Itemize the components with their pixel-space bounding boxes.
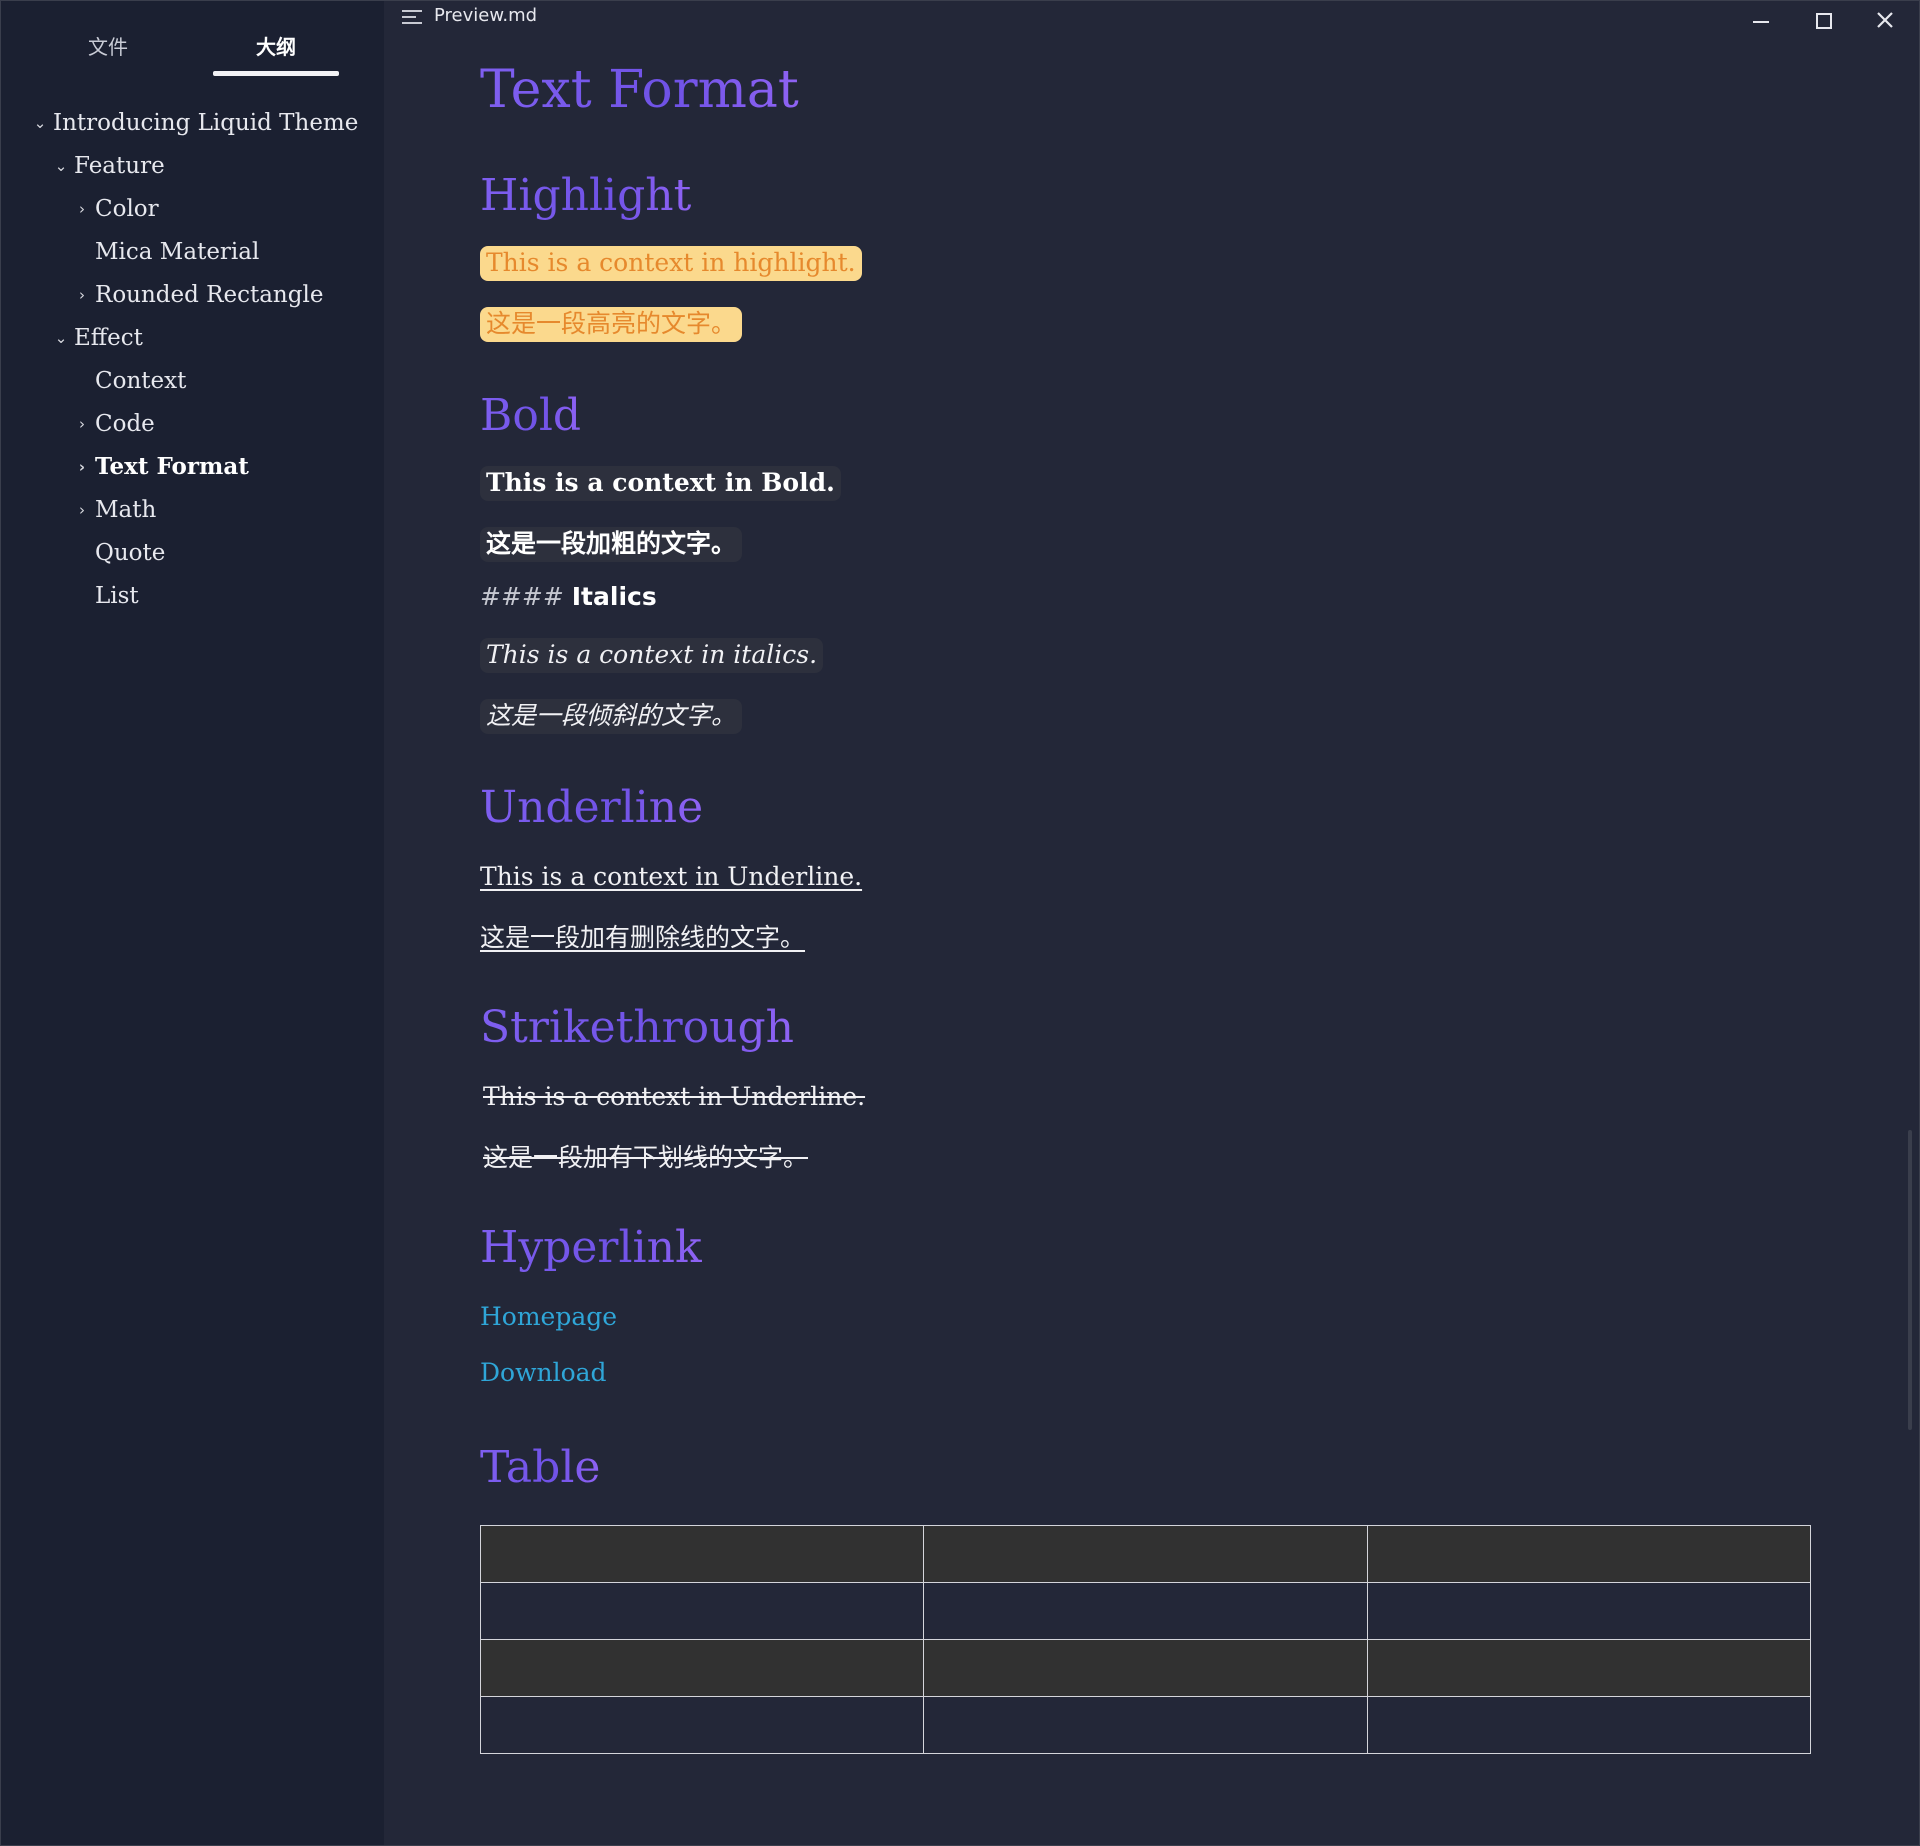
paragraph-bold-zh: 这是一段加粗的文字。 [480,524,743,562]
outline-item-label: Rounded Rectangle [95,282,324,308]
bold-text: This is a context in Bold. [480,466,841,501]
heading-strikethrough: Strikethrough [480,1002,795,1053]
link-download[interactable]: Download [480,1358,607,1387]
table-row [479,1525,1812,1583]
outline-item-label: Mica Material [95,239,260,265]
outline-item-mica-material[interactable]: Mica Material [95,232,259,272]
table-row [479,1696,1812,1754]
paragraph-highlight-zh: 这是一段高亮的文字。 [480,304,743,342]
table-cell[interactable] [923,1696,1368,1754]
heading-underline: Underline [480,782,704,833]
outline-item-context[interactable]: Context [95,361,186,401]
highlight-text: 这是一段高亮的文字。 [480,307,743,342]
tab-files[interactable]: 文件 [45,31,171,77]
minimize-button[interactable] [1730,1,1790,39]
markdown-table [479,1525,1812,1754]
title-bar: Preview.md [384,1,1919,35]
link-homepage[interactable]: Homepage [480,1302,617,1331]
highlight-text: This is a context in highlight. [480,246,862,281]
chevron-right-icon[interactable]: › [73,404,91,444]
outline-item-code[interactable]: › Code [73,404,155,444]
vertical-scrollbar[interactable] [1908,1130,1912,1430]
paragraph-underline-en: This is a context in Underline. [480,862,863,891]
chevron-down-icon[interactable]: ⌄ [52,146,70,186]
italic-text: This is a context in italics. [480,638,824,673]
sidebar: 文件 大纲 ⌄ Introducing Liquid Theme ⌄ Feature… [1,1,384,1845]
paragraph-underline-zh: 这是一段加有删除线的文字。 [480,923,806,952]
heading-table: Table [480,1442,601,1493]
heading-highlight: Highlight [480,170,692,221]
close-button[interactable] [1854,1,1914,39]
paragraph-italics-en: This is a context in italics. [480,638,824,673]
table-cell[interactable] [1366,1696,1812,1754]
chevron-down-icon[interactable]: ⌄ [52,318,70,358]
outline-item-rounded-rectangle[interactable]: › Rounded Rectangle [73,275,323,315]
table-cell[interactable] [923,1525,1368,1583]
table-cell[interactable] [479,1696,925,1754]
chevron-right-icon[interactable]: › [73,189,91,229]
bold-text: 这是一段加粗的文字。 [480,527,743,562]
heading-marker: #### [480,582,564,611]
window-title: Preview.md [434,5,538,26]
outline-item-feature[interactable]: ⌄ Feature [52,146,165,186]
active-tab-indicator [213,71,339,76]
table-cell[interactable] [1366,1525,1812,1583]
table-cell[interactable] [1366,1582,1812,1640]
document-title: Text Format [480,60,799,120]
outline-item-label: Quote [95,540,166,566]
outline-item-label: Context [95,368,187,394]
outline-item-label: Introducing Liquid Theme [53,110,359,136]
table-cell[interactable] [1366,1639,1812,1697]
table-cell[interactable] [923,1639,1368,1697]
outline-item-label: Feature [74,153,165,179]
outline-item-effect[interactable]: ⌄ Effect [52,318,143,358]
outline-item-quote[interactable]: Quote [95,533,165,573]
chevron-down-icon[interactable]: ⌄ [31,103,49,143]
table-cell[interactable] [479,1639,925,1697]
chevron-right-icon[interactable]: › [73,447,91,487]
outline-item-label: Text Format [95,453,249,480]
chevron-right-icon[interactable]: › [73,275,91,315]
table-row [479,1582,1812,1640]
outline-item-label: Effect [74,325,143,351]
heading-italics: Italics [571,582,657,611]
chevron-right-icon[interactable]: › [73,490,91,530]
outline-item-text-format[interactable]: › Text Format [73,447,249,487]
table-cell[interactable] [923,1582,1368,1640]
paragraph-italics-zh: 这是一段倾斜的文字。 [480,696,743,734]
outline-item-color[interactable]: › Color [73,189,159,229]
paragraph-strikethrough-zh: 这是一段加有下划线的文字。 [483,1143,809,1172]
sidebar-tabs: 文件 大纲 [1,1,384,81]
maximize-button[interactable] [1792,1,1852,39]
paragraph-bold-en: This is a context in Bold. [480,466,841,501]
outline-item-label: Math [95,497,157,523]
heading-italics-raw: #### Italics [480,582,657,611]
menu-lines-icon[interactable] [402,10,422,26]
outline-item-math[interactable]: › Math [73,490,156,530]
paragraph-highlight-en: This is a context in highlight. [480,246,862,281]
italic-text: 这是一段倾斜的文字。 [480,699,743,734]
outline-item-label: Code [95,411,155,437]
outline-item-list[interactable]: List [95,576,139,616]
outline-item-introducing-liquid-theme[interactable]: ⌄ Introducing Liquid Theme [31,103,359,143]
table-row [479,1639,1812,1697]
table-cell[interactable] [479,1525,925,1583]
paragraph-strikethrough-en: This is a context in Underline. [483,1082,866,1111]
outline-item-label: List [95,583,139,609]
table-cell[interactable] [479,1582,925,1640]
heading-hyperlink: Hyperlink [480,1222,702,1273]
close-icon [1877,12,1893,28]
heading-bold: Bold [480,390,582,441]
outline-item-label: Color [95,196,159,222]
